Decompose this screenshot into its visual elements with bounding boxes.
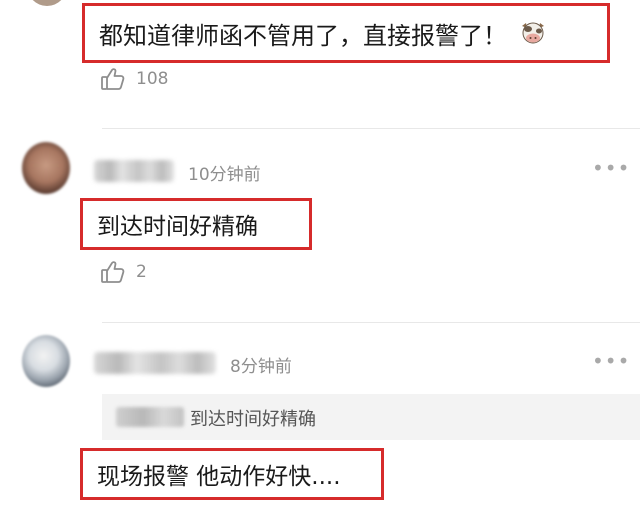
quoted-comment[interactable]: 到达时间好精确: [102, 394, 640, 440]
comment-text: 都知道律师函不管用了，直接报警了！: [99, 21, 507, 50]
avatar[interactable]: [22, 335, 70, 387]
comment-text-highlight: 现场报警 他动作好快....: [80, 448, 384, 500]
quoted-username-blurred: [116, 407, 184, 427]
more-options-icon[interactable]: •••: [592, 349, 630, 373]
username-blurred[interactable]: [94, 352, 216, 374]
divider: [102, 128, 640, 129]
comment-text-highlight: 都知道律师函不管用了，直接报警了！: [82, 3, 610, 63]
divider: [102, 322, 640, 323]
username-blurred[interactable]: [94, 160, 174, 182]
avatar[interactable]: [22, 142, 70, 194]
thumbs-up-icon: [100, 66, 126, 92]
comment-time: 8分钟前: [230, 357, 292, 377]
comment-text: 到达时间好精确: [97, 214, 258, 240]
cow-face-icon: [519, 20, 547, 46]
comment-time: 10分钟前: [188, 165, 261, 185]
more-options-icon[interactable]: •••: [592, 156, 630, 180]
comment-text: 现场报警 他动作好快....: [97, 464, 341, 490]
like-count: 108: [136, 69, 169, 89]
quoted-comment-text: 到达时间好精确: [190, 409, 316, 430]
like-count: 2: [136, 262, 147, 282]
like-button[interactable]: 108: [100, 66, 168, 92]
like-button[interactable]: 2: [100, 259, 147, 285]
thumbs-up-icon: [100, 259, 126, 285]
comment-text-highlight: 到达时间好精确: [80, 198, 312, 250]
avatar[interactable]: [27, 0, 67, 6]
